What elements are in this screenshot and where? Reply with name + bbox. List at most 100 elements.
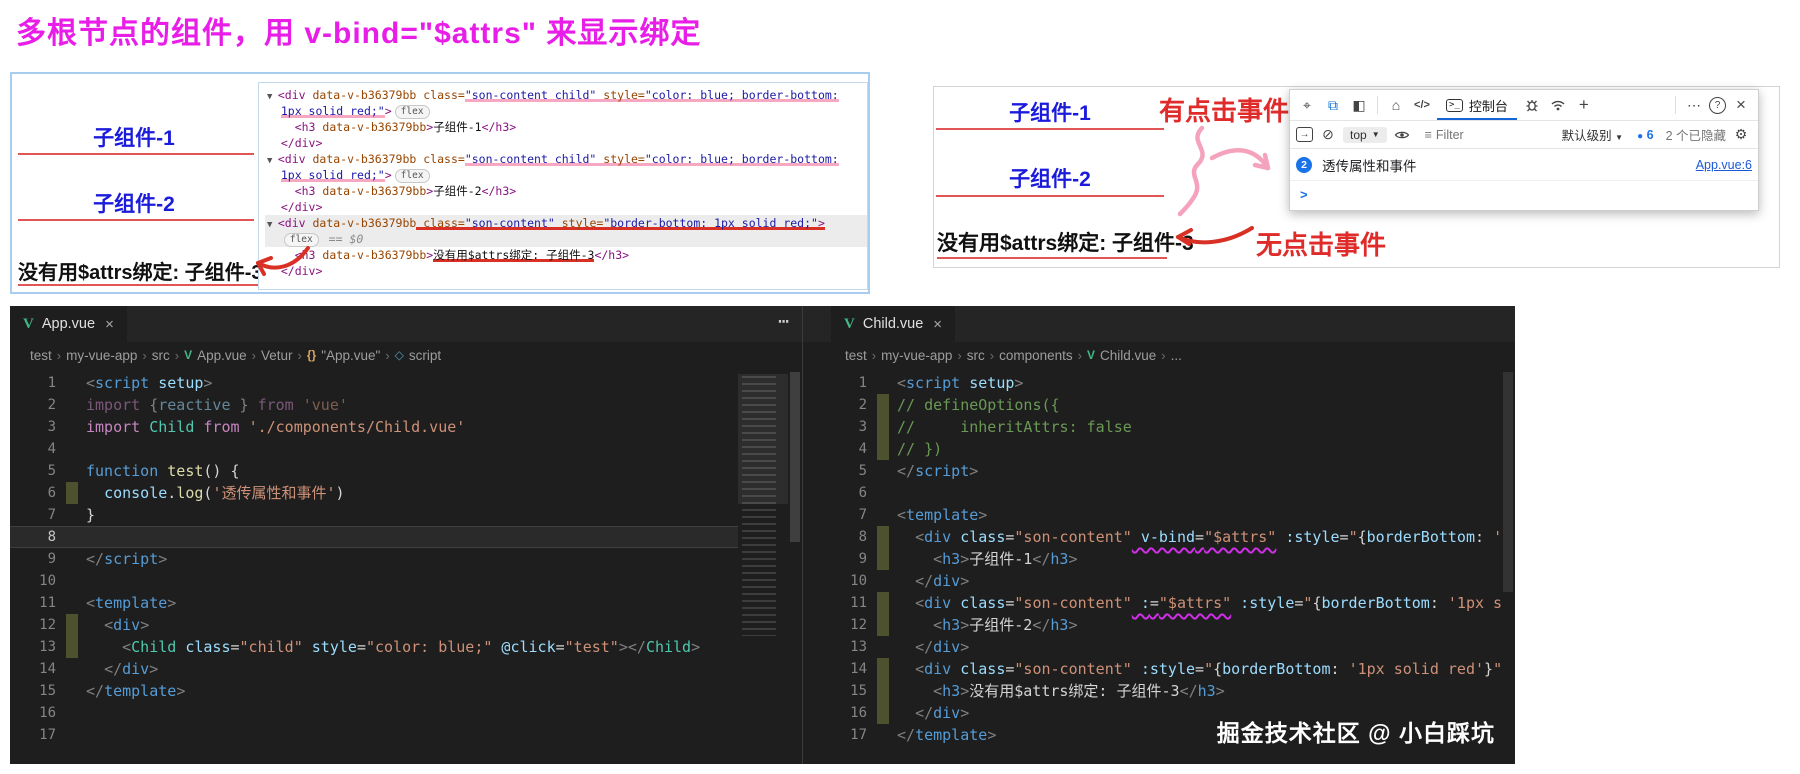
code-line[interactable]: 16 — [10, 702, 738, 724]
frame-icon[interactable]: → — [1296, 127, 1313, 142]
home-icon[interactable]: ⌂ — [1385, 94, 1407, 116]
breadcrumb-item[interactable]: my-vue-app — [66, 348, 137, 363]
dock-side-icon[interactable]: ◧ — [1348, 94, 1370, 116]
code-line[interactable]: 15 </template> — [10, 680, 738, 702]
code-line[interactable]: 7} — [10, 504, 738, 526]
filter-input[interactable]: Filter — [1436, 128, 1464, 142]
breadcrumb-item[interactable]: Child.vue — [1100, 348, 1156, 363]
devtools-element-row[interactable]: flex == $0 — [265, 231, 867, 247]
code-line[interactable]: 10 — [10, 570, 738, 592]
code-line[interactable]: 14 </div> — [10, 658, 738, 680]
code-token: flex — [283, 233, 319, 247]
code-line[interactable]: 6 console.log('透传属性和事件') — [10, 482, 738, 504]
devtools-element-row[interactable]: <h3 data-v-b36379bb>子组件-1</h3> — [265, 119, 867, 135]
breadcrumb-item[interactable]: test — [30, 348, 52, 363]
tab-appvue[interactable]: V App.vue × — [10, 306, 127, 342]
breadcrumb-item[interactable]: components — [999, 348, 1073, 363]
breadcrumb-item[interactable]: script — [409, 348, 441, 363]
code-line[interactable]: 3 // inheritAttrs: false — [803, 416, 1501, 438]
breadcrumb-item[interactable]: test — [845, 348, 867, 363]
code-line[interactable]: 11 <template> — [10, 592, 738, 614]
sources-icon[interactable]: </> — [1411, 94, 1433, 116]
code-token: template — [104, 682, 177, 700]
breadcrumb-item[interactable]: src — [967, 348, 985, 363]
code-line[interactable]: 4 — [10, 438, 738, 460]
code-editor-childvue[interactable]: 1 <script setup> 2// defineOptions({3// in… — [803, 368, 1501, 764]
code-line[interactable]: 8 — [10, 526, 738, 548]
issues-bug-icon[interactable] — [1521, 94, 1543, 116]
live-expression-eye-icon[interactable] — [1391, 124, 1413, 146]
breadcrumb-item[interactable]: Vetur — [261, 348, 293, 363]
breadcrumb-item[interactable]: src — [152, 348, 170, 363]
devtools-element-row[interactable]: <h3 data-v-b36379bb>没有用$attrs绑定: 子组件-3</… — [265, 247, 867, 263]
line-number: 8 — [47, 529, 56, 545]
code-line[interactable]: 3 import Child from './components/Child.v… — [10, 416, 738, 438]
devtools-element-row[interactable]: </div> — [265, 199, 867, 215]
close-tab-icon[interactable]: × — [105, 316, 114, 333]
breadcrumb-item[interactable]: "App.vue" — [321, 348, 380, 363]
console-log-row[interactable]: 2 透传属性和事件 App.vue:6 — [1290, 149, 1758, 181]
breadcrumb-item[interactable]: App.vue — [197, 348, 247, 363]
devtools-elements-panel[interactable]: ▼ <div data-v-b36379bb class="son-conten… — [258, 82, 868, 290]
code-line[interactable]: 2 import {reactive } from 'vue' — [10, 394, 738, 416]
code-line[interactable]: 6 — [803, 482, 1501, 504]
code-line[interactable]: 11 <div class="son-content" :="$attrs" :… — [803, 592, 1501, 614]
code-line[interactable]: 10 </div> — [803, 570, 1501, 592]
code-line[interactable]: 9 <h3>子组件-1</h3> — [803, 548, 1501, 570]
devtools-element-row[interactable]: ▼ <div data-v-b36379bb class="son-conten… — [265, 151, 867, 167]
code-token: template — [915, 726, 988, 744]
code-line[interactable]: 12 <div> — [10, 614, 738, 636]
code-line[interactable]: 15 <h3>没有用$attrs绑定: 子组件-3</h3> — [803, 680, 1501, 702]
code-line[interactable]: 5 function test() { — [10, 460, 738, 482]
inspect-element-icon[interactable]: ⌖ — [1296, 94, 1318, 116]
log-source-link[interactable]: App.vue:6 — [1696, 158, 1752, 172]
code-line[interactable]: 14 <div class="son-content" :style="{bor… — [803, 658, 1501, 680]
log-level-select[interactable]: 默认级别 ▼ — [1562, 125, 1623, 144]
devtools-element-row[interactable]: 1px solid red;"> flex — [265, 167, 867, 183]
code-line[interactable]: 17 — [10, 724, 738, 746]
code-line[interactable]: 5 </script> — [803, 460, 1501, 482]
code-line[interactable]: 2 // defineOptions({ — [803, 394, 1501, 416]
code-line[interactable]: 13 <Child class="child" style="color: bl… — [10, 636, 738, 658]
scrollbar[interactable] — [788, 368, 802, 764]
breadcrumb[interactable]: test › my-vue-app › src › components › V Child.vu… — [803, 342, 1515, 368]
devtools-element-row[interactable]: <h3 data-v-b36379bb>子组件-2</h3> — [265, 183, 867, 199]
console-settings-gear-icon[interactable]: ⚙ — [1730, 124, 1752, 146]
code-line[interactable]: 9 </script> — [10, 548, 738, 570]
code-line[interactable]: 12 <h3>子组件-2</h3> — [803, 614, 1501, 636]
code-token: "son-content" — [1014, 528, 1132, 546]
clear-console-icon[interactable]: ⊘ — [1317, 124, 1339, 146]
scrollbar[interactable] — [1501, 368, 1515, 764]
close-devtools-icon[interactable]: × — [1730, 94, 1752, 116]
minimap[interactable] — [738, 368, 788, 764]
device-toolbar-icon[interactable]: ⧉ — [1322, 94, 1344, 116]
more-tabs-plus-icon[interactable]: + — [1573, 94, 1595, 116]
frame-context-select[interactable]: top ▼ — [1343, 126, 1387, 143]
code-line[interactable]: 1 <script setup> — [10, 372, 738, 394]
code-line[interactable]: 7 <template> — [803, 504, 1501, 526]
help-icon[interactable]: ? — [1709, 96, 1726, 114]
more-options-icon[interactable]: ⋯ — [1683, 94, 1705, 116]
devtools-element-row[interactable]: 1px solid red;"> flex — [265, 103, 867, 119]
code-line[interactable]: 1 <script setup> — [803, 372, 1501, 394]
breadcrumb-item[interactable]: ... — [1171, 348, 1182, 363]
editor-actions-more-icon[interactable]: ⋯ — [778, 311, 790, 332]
tab-console[interactable]: >_ 控制台 — [1437, 90, 1517, 120]
breadcrumb-item[interactable]: my-vue-app — [881, 348, 952, 363]
devtools-element-row[interactable]: </div> — [265, 135, 867, 151]
breadcrumb[interactable]: test › my-vue-app › src › V App.vue › Vetur › {} "Ap… — [10, 342, 802, 368]
tab-childvue[interactable]: V Child.vue × — [831, 306, 956, 342]
devtools-element-row[interactable]: ▼ <div data-v-b36379bb class="son-conten… — [265, 215, 867, 231]
code-line[interactable]: 8 <div class="son-content" v-bind="$attr… — [803, 526, 1501, 548]
close-tab-icon[interactable]: × — [933, 316, 942, 333]
code-line[interactable]: 4 // }) — [803, 438, 1501, 460]
network-conditions-wifi-icon[interactable] — [1547, 94, 1569, 116]
issues-counter[interactable]: ● 6 — [1637, 128, 1653, 142]
code-line[interactable]: 13 </div> — [803, 636, 1501, 658]
code-editor-appvue[interactable]: 1 <script setup> 2 import {reactive } from … — [10, 368, 738, 764]
console-prompt-row[interactable]: > — [1290, 181, 1758, 207]
devtools-element-row[interactable]: ▼ <div data-v-b36379bb class="son-conten… — [265, 87, 867, 103]
devtools-element-row[interactable]: </div> — [265, 263, 867, 279]
